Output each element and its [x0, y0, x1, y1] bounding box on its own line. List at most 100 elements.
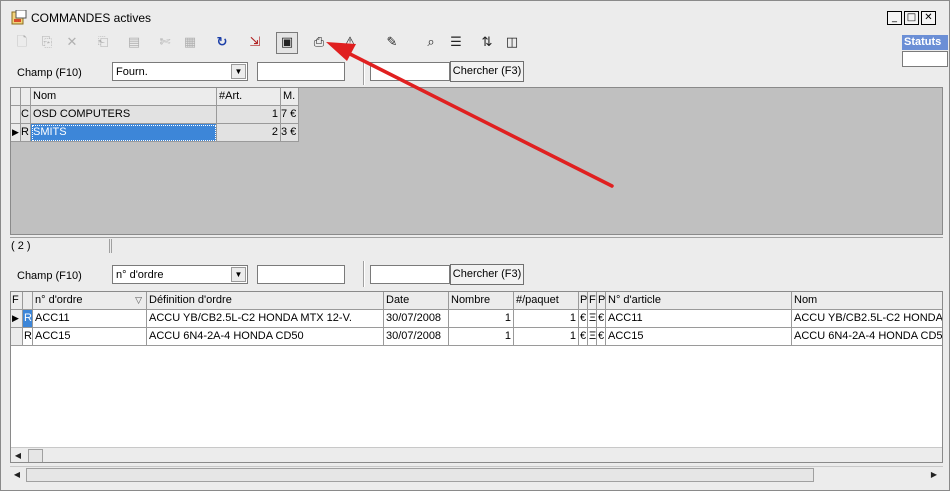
order-date: 30/07/2008	[384, 310, 449, 328]
order-p1: €	[579, 328, 588, 346]
column-header-f2[interactable]: F	[588, 292, 597, 310]
filter-record-icon[interactable]: ▦	[179, 32, 201, 54]
supplier-amount: 3 €	[281, 124, 299, 142]
supplier-art-count: 1	[217, 106, 281, 124]
column-header-paquet[interactable]: #/paquet	[514, 292, 579, 310]
sort-az-icon[interactable]: ⇅	[476, 32, 498, 54]
chevron-down-icon[interactable]: ▼	[231, 64, 246, 79]
search-input[interactable]	[257, 265, 345, 284]
order-number: ACC11	[33, 310, 147, 328]
current-row-icon: ▶	[11, 310, 23, 328]
status-bar: ( 2 )	[10, 237, 943, 253]
column-header-f[interactable]: F	[11, 292, 23, 310]
title-bar: COMMANDES actives _ □ ✕	[1, 1, 949, 27]
order-flag: R	[23, 328, 33, 346]
order-f2: Ξ	[588, 310, 597, 328]
status-divider	[110, 239, 112, 253]
field-select[interactable]: n° d'ordre ▼	[112, 265, 248, 284]
order-paquet: 1	[514, 328, 579, 346]
order-article: ACC15	[606, 328, 792, 346]
column-header-ordre[interactable]: n° d'ordre ▽	[33, 292, 147, 310]
order-number: ACC15	[33, 328, 147, 346]
app-icon	[11, 10, 27, 25]
row-indicator	[11, 328, 23, 346]
order-nom: ACCU YB/CB2.5L-C2 HONDA MTX	[792, 310, 942, 328]
order-article: ACC11	[606, 310, 792, 328]
window-horizontal-scrollbar[interactable]: ◀ ▶	[10, 466, 943, 482]
supplier-amount: 7 €	[281, 106, 299, 124]
scroll-right-icon[interactable]: ▶	[928, 469, 940, 481]
order-definition: ACCU YB/CB2.5L-C2 HONDA MTX 12-V.	[147, 310, 384, 328]
search-input-2[interactable]	[370, 265, 450, 284]
sort-desc-icon: ▽	[135, 295, 142, 305]
column-header-date[interactable]: Date	[384, 292, 449, 310]
flag-header	[21, 88, 31, 106]
order-flag: R	[23, 310, 33, 328]
print-icon[interactable]: ⎙	[308, 32, 330, 54]
scrollbar-thumb[interactable]	[26, 468, 814, 482]
column-header-nombre[interactable]: Nombre	[449, 292, 514, 310]
chevron-down-icon[interactable]: ▼	[231, 267, 246, 282]
maximize-button[interactable]: □	[904, 11, 919, 25]
column-header-m[interactable]: M.	[281, 88, 299, 106]
divider	[363, 59, 365, 85]
column-header-p2[interactable]: P	[597, 292, 606, 310]
order-date: 30/07/2008	[384, 328, 449, 346]
minimize-button[interactable]: _	[887, 11, 902, 25]
row-indicator-header	[11, 88, 21, 106]
field-label: Champ (F10)	[17, 270, 82, 282]
column-header-nom[interactable]: Nom	[31, 88, 217, 106]
order-p2: €	[597, 328, 606, 346]
order-nombre: 1	[449, 310, 514, 328]
orders-table: F n° d'ordre ▽ Définition d'ordre Date N…	[10, 291, 943, 463]
tools-icon[interactable]: ✄	[154, 32, 176, 54]
column-header-nom[interactable]: Nom	[792, 292, 942, 310]
suppliers-table: Nom #Art. M. C OSD COMPUTERS 1 7 € ▶ R S…	[10, 87, 943, 235]
current-row-icon: ▶	[11, 124, 21, 142]
paint-icon[interactable]: ✎	[381, 32, 403, 54]
row-flag: C	[21, 106, 31, 124]
close-button[interactable]: ✕	[921, 11, 936, 25]
search-input[interactable]	[257, 62, 345, 81]
scrollbar-thumb[interactable]	[28, 449, 43, 462]
row-indicator	[11, 106, 21, 124]
field-select[interactable]: Fourn. ▼	[112, 62, 248, 81]
warning-icon[interactable]: ⚠	[339, 32, 361, 54]
columns-icon[interactable]: ◫	[501, 32, 523, 54]
search-binoculars-icon[interactable]: ⌕	[420, 32, 442, 54]
edit-record-icon[interactable]: ▤	[123, 32, 145, 54]
scroll-left-icon[interactable]: ◀	[12, 450, 24, 462]
new-document-icon[interactable]: 🗋	[11, 32, 33, 54]
row-indicator-header	[23, 292, 33, 310]
search-button[interactable]: Chercher (F3)	[450, 61, 524, 82]
order-nom: ACCU 6N4-2A-4 HONDA CD50	[792, 328, 942, 346]
refresh-icon[interactable]: ↻	[211, 32, 233, 54]
order-paquet: 1	[514, 310, 579, 328]
window-title: COMMANDES actives	[31, 11, 152, 25]
statuts-field[interactable]	[902, 51, 948, 67]
column-header-p[interactable]: P	[579, 292, 588, 310]
record-count: ( 2 )	[10, 239, 110, 253]
import-icon[interactable]: ⇲	[244, 32, 266, 54]
field-select-value: Fourn.	[116, 66, 148, 78]
order-p2: €	[597, 310, 606, 328]
copy-icon[interactable]: ⎗	[92, 32, 114, 54]
column-header-art[interactable]: #Art.	[217, 88, 281, 106]
order-nombre: 1	[449, 328, 514, 346]
preview-icon[interactable]: ▣	[276, 32, 298, 54]
delete-icon[interactable]: ✕	[61, 32, 83, 54]
scroll-left-icon[interactable]: ◀	[11, 469, 23, 481]
row-flag: R	[21, 124, 31, 142]
order-f2: Ξ	[588, 328, 597, 346]
column-header-article[interactable]: N° d'article	[606, 292, 792, 310]
table-horizontal-scrollbar[interactable]: ◀	[11, 447, 942, 462]
toolbar: 🗋 ⎘ ✕ ⎗ ▤ ✄ ▦ ↻ ⇲ ▣ ⎙ ⚠ ✎ ⌕ ☰ ⇅ ◫	[10, 31, 930, 55]
supplier-name: OSD COMPUTERS	[31, 106, 217, 124]
supplier-name: SMITS	[31, 124, 217, 142]
search-button[interactable]: Chercher (F3)	[450, 264, 524, 285]
duplicate-icon[interactable]: ⎘	[36, 32, 58, 54]
list-view-icon[interactable]: ☰	[445, 32, 467, 54]
search-input-2[interactable]	[370, 62, 450, 81]
column-header-label: n° d'ordre	[35, 294, 83, 306]
column-header-definition[interactable]: Définition d'ordre	[147, 292, 384, 310]
